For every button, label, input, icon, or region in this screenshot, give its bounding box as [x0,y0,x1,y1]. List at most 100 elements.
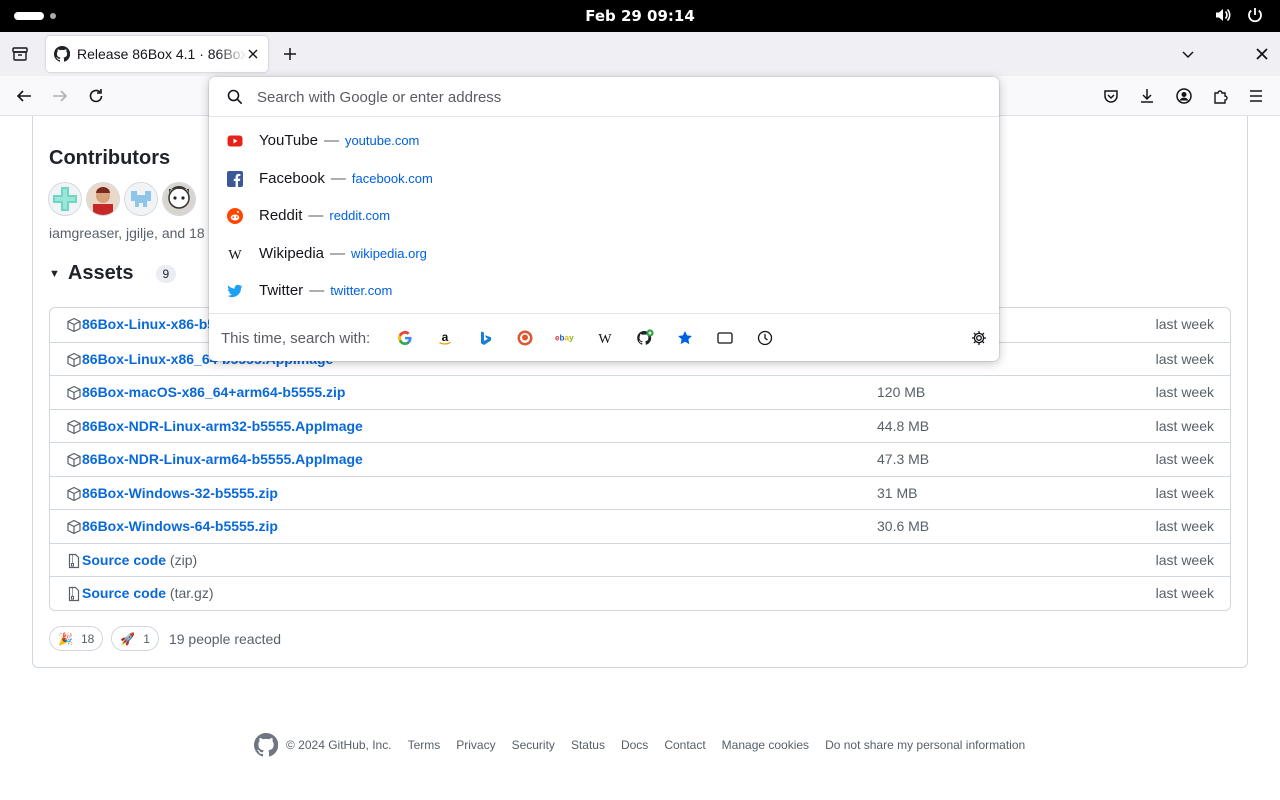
pocket-icon [1104,90,1118,103]
search-icon [227,89,243,105]
github-add-engine-icon[interactable] [635,328,655,348]
tab-overview-icon[interactable] [8,42,32,66]
search-settings-gear-icon[interactable] [969,328,989,348]
asset-date: last week [1155,417,1214,434]
contributor-avatars [49,183,195,215]
wikipedia-engine-icon[interactable]: W [595,328,615,348]
svg-text:ebay: ebay [555,334,574,343]
suggestion-wikipedia[interactable]: W Wikipedia — wikipedia.org [209,235,999,272]
package-icon [66,317,82,333]
system-clock[interactable]: Feb 29 09:14 [0,7,1280,25]
suggestion-youtube[interactable]: YouTube — youtube.com [209,122,999,159]
package-icon [66,519,82,535]
avatar[interactable] [125,183,157,215]
reload-button[interactable] [84,84,108,108]
avatar[interactable] [163,183,195,215]
bing-engine-icon[interactable] [475,328,495,348]
chevron-down-icon [1182,51,1194,59]
github-icon [54,46,70,62]
downloads-button[interactable] [1135,84,1159,108]
footer-link[interactable]: Manage cookies [722,738,809,752]
reactions-bar: 🎉 18 🚀 1 19 people reacted [49,626,281,651]
history-engine-icon[interactable] [755,328,775,348]
address-bar[interactable] [209,77,999,117]
tab-close-icon[interactable] [246,47,260,61]
reaction-count: 1 [143,631,150,646]
power-icon[interactable] [1246,6,1264,24]
account-button[interactable] [1172,84,1196,108]
asset-date: last week [1155,585,1214,601]
svg-text:a: a [442,330,449,344]
asset-link[interactable]: 86Box-macOS-x86_64+arm64-b5555.zip [82,384,345,400]
amazon-engine-icon[interactable]: a [435,328,455,348]
github-logo-icon[interactable] [254,733,278,757]
asset-date: last week [1155,484,1214,501]
plus-icon [284,48,296,60]
assets-heading: Assets [67,262,134,284]
duckduckgo-engine-icon[interactable] [515,328,535,348]
youtube-icon [227,133,243,149]
avatar[interactable] [49,183,81,215]
footer-link[interactable]: Security [512,738,555,752]
forward-button[interactable] [48,84,72,108]
window-close-button[interactable] [1250,42,1274,66]
asset-link[interactable]: 86Box-NDR-Linux-arm64-b5555.AppImage [82,451,363,467]
asset-link[interactable]: Source code (zip) [82,552,197,568]
address-bar-popup: YouTube—youtube.comFacebook—facebook.com… [209,77,999,361]
asset-date: last week [1155,316,1214,332]
reaction-count: 18 [80,631,95,646]
pocket-button[interactable] [1099,84,1123,108]
suggestion-reddit[interactable]: Reddit — reddit.com [209,197,999,234]
extensions-button[interactable] [1208,84,1232,108]
menu-button[interactable] [1244,84,1268,108]
asset-link[interactable]: 86Box-Windows-64-b5555.zip [82,518,278,534]
asset-size: 44.8 MB [877,417,930,434]
tabs-engine-icon[interactable] [715,328,735,348]
footer-link[interactable]: Contact [664,738,705,752]
close-icon [1256,48,1268,60]
package-icon [66,486,82,502]
footer-copyright: © 2024 GitHub, Inc. [286,738,392,752]
new-tab-button[interactable] [278,42,302,66]
avatar[interactable] [87,183,119,215]
system-top-bar: Feb 29 09:14 [0,0,1280,32]
footer-link[interactable]: Status [571,738,605,752]
google-engine-icon[interactable] [395,328,415,348]
footer-link[interactable]: Privacy [456,738,495,752]
reaction-hooray-button[interactable]: 🎉 18 [49,626,104,651]
asset-link[interactable]: 86Box-NDR-Linux-arm32-b5555.AppImage [82,418,363,434]
back-button[interactable] [12,84,36,108]
tab-title: Release 86Box 4.1 · 86Box/86Box [77,46,247,62]
reaction-rocket-button[interactable]: 🚀 1 [111,626,159,651]
file-zip-icon [66,586,82,602]
bookmarks-engine-icon[interactable] [675,328,695,348]
svg-text:W: W [598,332,612,346]
list-all-tabs-button[interactable] [1176,42,1200,66]
footer-link[interactable]: Docs [621,738,648,752]
contributor-names: iamgreaser, jgilje, and 18 [49,225,205,241]
reactions-summary: 19 people reacted [168,630,282,647]
contributors-heading: Contributors [49,147,171,169]
address-input[interactable] [257,85,957,109]
volume-icon[interactable] [1214,6,1232,24]
ebay-engine-icon[interactable]: ebay [555,328,575,348]
package-icon [66,419,82,435]
site-footer: © 2024 GitHub, Inc. Terms Privacy Security… [254,733,1041,757]
assets-summary[interactable]: ▼ Assets 9 [49,262,177,285]
arrow-right-icon [53,90,68,102]
one-off-search-bar: This time, search with: a ebay W [209,313,999,361]
footer-link[interactable]: Do not share my personal information [825,738,1025,752]
suggestion-twitter[interactable]: Twitter — twitter.com [209,272,999,309]
asset-link[interactable]: 86Box-Windows-32-b5555.zip [82,485,278,501]
account-icon [1176,88,1192,104]
asset-size: 31 MB [877,484,918,501]
asset-date: last week [1155,451,1214,467]
asset-row: 86Box-NDR-Linux-arm32-b5555.AppImage 44.8… [50,408,1230,443]
suggestion-facebook[interactable]: Facebook — facebook.com [209,160,999,197]
asset-link[interactable]: Source code (tar.gz) [82,585,214,601]
tab-active[interactable]: Release 86Box 4.1 · 86Box/86Box [46,36,268,72]
footer-link[interactable]: Terms [408,738,441,752]
file-zip-icon [66,553,82,569]
asset-date: last week [1155,350,1214,367]
asset-size: 47.3 MB [877,451,930,467]
